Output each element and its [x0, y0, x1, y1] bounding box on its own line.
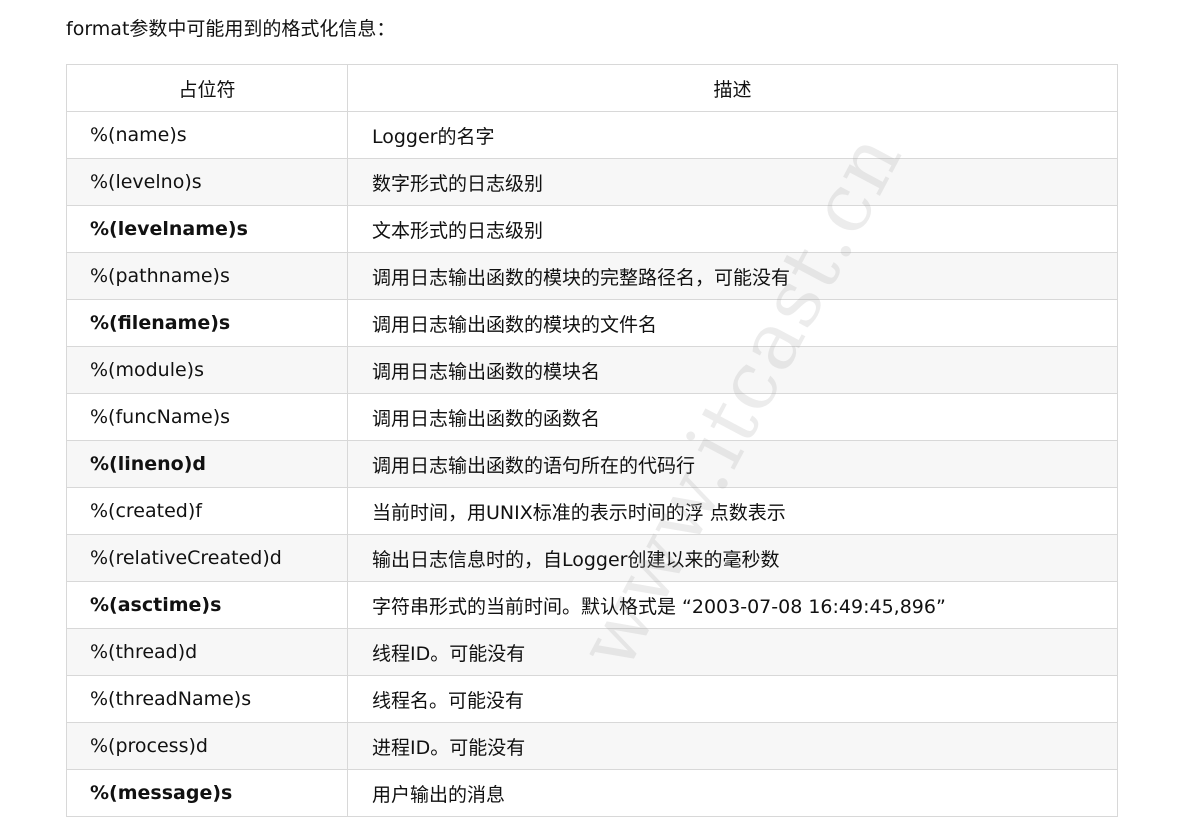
placeholder-cell: %(pathname)s	[66, 252, 348, 300]
description-cell: 文本形式的日志级别	[347, 205, 1118, 253]
description-cell: 调用日志输出函数的语句所在的代码行	[347, 440, 1118, 488]
description-cell: 线程ID。可能没有	[347, 628, 1118, 676]
placeholder-cell: %(levelno)s	[66, 158, 348, 206]
description-cell: 用户输出的消息	[347, 769, 1118, 817]
table-row: %(thread)d 线程ID。可能没有	[66, 628, 1118, 676]
table-row: %(process)d 进程ID。可能没有	[66, 722, 1118, 770]
description-cell: 调用日志输出函数的函数名	[347, 393, 1118, 441]
placeholder-cell: %(levelname)s	[66, 205, 348, 253]
description-cell: 数字形式的日志级别	[347, 158, 1118, 206]
header-description: 描述	[347, 64, 1118, 112]
table-row: %(lineno)d 调用日志输出函数的语句所在的代码行	[66, 440, 1118, 488]
table-row: %(module)s 调用日志输出函数的模块名	[66, 346, 1118, 394]
placeholder-cell: %(module)s	[66, 346, 348, 394]
table-row: %(threadName)s 线程名。可能没有	[66, 675, 1118, 723]
header-placeholder: 占位符	[66, 64, 348, 112]
placeholder-cell: %(process)d	[66, 722, 348, 770]
placeholder-cell: %(lineno)d	[66, 440, 348, 488]
placeholder-cell: %(funcName)s	[66, 393, 348, 441]
table-row: %(relativeCreated)d 输出日志信息时的，自Logger创建以来的…	[66, 534, 1118, 582]
placeholder-cell: %(name)s	[66, 111, 348, 159]
description-cell: 当前时间，用UNIX标准的表示时间的浮 点数表示	[347, 487, 1118, 535]
format-placeholder-table: 占位符 描述 %(name)s Logger的名字 %(levelno)s 数字形式的…	[66, 64, 1118, 817]
placeholder-cell: %(asctime)s	[66, 581, 348, 629]
description-cell: 字符串形式的当前时间。默认格式是 “2003-07-08 16:49:45,89…	[347, 581, 1118, 629]
placeholder-cell: %(filename)s	[66, 299, 348, 347]
description-cell: 输出日志信息时的，自Logger创建以来的毫秒数	[347, 534, 1118, 582]
description-cell: 调用日志输出函数的模块名	[347, 346, 1118, 394]
placeholder-cell: %(message)s	[66, 769, 348, 817]
intro-text: format参数中可能用到的格式化信息：	[66, 18, 396, 40]
description-cell: 调用日志输出函数的模块的完整路径名，可能没有	[347, 252, 1118, 300]
table-row: %(pathname)s 调用日志输出函数的模块的完整路径名，可能没有	[66, 252, 1118, 300]
table-row: %(asctime)s 字符串形式的当前时间。默认格式是 “2003-07-08 …	[66, 581, 1118, 629]
description-cell: Logger的名字	[347, 111, 1118, 159]
table-row: %(levelno)s 数字形式的日志级别	[66, 158, 1118, 206]
table-row: %(name)s Logger的名字	[66, 111, 1118, 159]
table-row: %(funcName)s 调用日志输出函数的函数名	[66, 393, 1118, 441]
description-cell: 调用日志输出函数的模块的文件名	[347, 299, 1118, 347]
table-row: %(created)f 当前时间，用UNIX标准的表示时间的浮 点数表示	[66, 487, 1118, 535]
placeholder-cell: %(relativeCreated)d	[66, 534, 348, 582]
description-cell: 线程名。可能没有	[347, 675, 1118, 723]
placeholder-cell: %(created)f	[66, 487, 348, 535]
placeholder-cell: %(thread)d	[66, 628, 348, 676]
placeholder-cell: %(threadName)s	[66, 675, 348, 723]
table-header-row: 占位符 描述	[66, 64, 1118, 112]
table-row: %(message)s 用户输出的消息	[66, 769, 1118, 817]
table-body: %(name)s Logger的名字 %(levelno)s 数字形式的日志级别 %(l…	[66, 111, 1118, 817]
table-row: %(levelname)s 文本形式的日志级别	[66, 205, 1118, 253]
table-row: %(filename)s 调用日志输出函数的模块的文件名	[66, 299, 1118, 347]
description-cell: 进程ID。可能没有	[347, 722, 1118, 770]
